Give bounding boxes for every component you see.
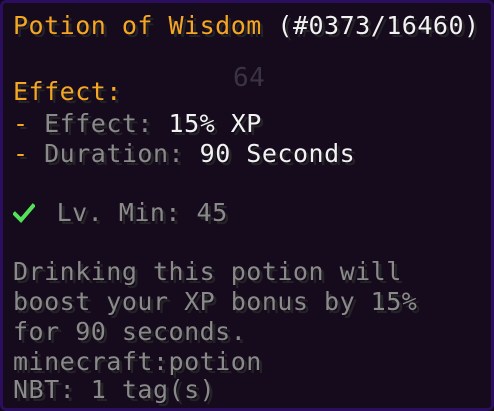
- effect-bullet: -: [13, 109, 29, 138]
- description-line-3: for 90 seconds.: [13, 317, 247, 346]
- item-id: (#0373/16460): [277, 11, 480, 40]
- duration-value: 90 Seconds: [199, 139, 356, 168]
- effect-header: Effect:: [13, 77, 122, 106]
- level-label: Lv. Min:: [56, 198, 181, 227]
- effect-label: Effect:: [44, 109, 153, 138]
- item-id-line: minecraft:potion: [13, 347, 262, 376]
- level-value: 45: [196, 198, 228, 227]
- check-icon: [13, 203, 35, 223]
- level-requirement: Lv. Min: 45: [13, 198, 228, 228]
- description-line-1: Drinking this potion will: [13, 257, 402, 286]
- nbt-line: NBT: 1 tag(s): [13, 375, 216, 404]
- duration-line: - Duration: 90 Seconds: [13, 139, 355, 169]
- description-line-2: boost your XP bonus by 15%: [13, 287, 418, 316]
- effect-line: - Effect: 15% XP: [13, 109, 262, 139]
- effect-value: 15% XP: [168, 109, 262, 138]
- duration-bullet: -: [13, 139, 29, 168]
- background-slot-count: 64: [233, 63, 266, 93]
- item-tooltip: 64 Potion of Wisdom (#0373/16460) Effect…: [0, 0, 494, 411]
- duration-label: Duration:: [44, 139, 185, 168]
- tooltip-title: Potion of Wisdom (#0373/16460): [13, 11, 480, 41]
- item-name: Potion of Wisdom: [13, 11, 262, 40]
